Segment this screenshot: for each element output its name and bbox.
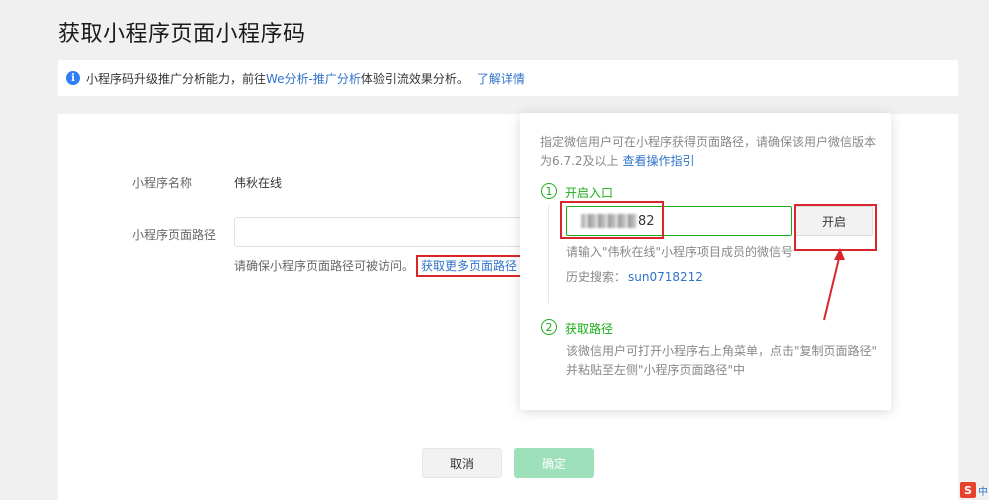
notice-bar: i 小程序码升级推广分析能力，前往 We分析-推广分析 体验引流效果分析。 了解… bbox=[58, 60, 958, 96]
confirm-button[interactable]: 确定 bbox=[514, 448, 594, 478]
learn-more-link[interactable]: 了解详情 bbox=[477, 70, 525, 87]
path-hint-text: 请确保小程序页面路径可被访问。 bbox=[234, 259, 415, 273]
name-label: 小程序名称 bbox=[132, 176, 193, 190]
history-search: 历史搜索： sun0718212 bbox=[566, 268, 703, 287]
name-value: 伟秋在线 bbox=[234, 176, 283, 190]
get-more-paths-link[interactable]: 获取更多页面路径 bbox=[416, 255, 523, 277]
page-path-input[interactable] bbox=[234, 217, 524, 247]
step-2-number: 2 bbox=[541, 319, 557, 335]
step-1-number: 1 bbox=[541, 183, 557, 199]
history-label: 历史搜索： bbox=[566, 270, 627, 284]
step-1-title: 开启入口 bbox=[565, 186, 614, 200]
notice-text: 小程序码升级推广分析能力，前往 bbox=[86, 71, 267, 86]
logo-badge: S bbox=[960, 482, 976, 498]
path-label: 小程序页面路径 bbox=[132, 228, 217, 242]
we-analysis-link[interactable]: We分析-推广分析 bbox=[266, 70, 361, 87]
path-hint: 请确保小程序页面路径可被访问。 获取更多页面路径 bbox=[234, 255, 523, 277]
annotation-box-input bbox=[560, 201, 664, 239]
popover-intro: 指定微信用户可在小程序获得页面路径，请确保该用户微信版本为6.7.2及以上 查看操… bbox=[540, 133, 878, 171]
step-2-desc-line1: 该微信用户可打开小程序右上角菜单，点击"复制页面路径" bbox=[566, 344, 878, 358]
step-connector-line bbox=[548, 205, 549, 303]
step-2-title: 获取路径 bbox=[565, 322, 614, 336]
history-item[interactable]: sun0718212 bbox=[628, 270, 703, 284]
step-2-desc-line2: 并粘贴至左侧"小程序页面路径"中 bbox=[566, 363, 746, 377]
corner-logo: S 中 bbox=[960, 482, 988, 498]
info-icon: i bbox=[66, 71, 80, 85]
logo-text: 中 bbox=[978, 486, 988, 498]
wechat-id-hint: 请输入"伟秋在线"小程序项目成员的微信号 bbox=[566, 245, 794, 259]
notice-text-after: 体验引流效果分析。 bbox=[360, 71, 469, 86]
popover-intro-text: 指定微信用户可在小程序获得页面路径，请确保该用户微信版本为6.7.2及以上 bbox=[540, 135, 877, 168]
cancel-button[interactable]: 取消 bbox=[422, 448, 502, 478]
page-title: 获取小程序页面小程序码 bbox=[58, 22, 306, 47]
annotation-arrow bbox=[823, 248, 845, 321]
operation-guide-link[interactable]: 查看操作指引 bbox=[623, 154, 695, 168]
